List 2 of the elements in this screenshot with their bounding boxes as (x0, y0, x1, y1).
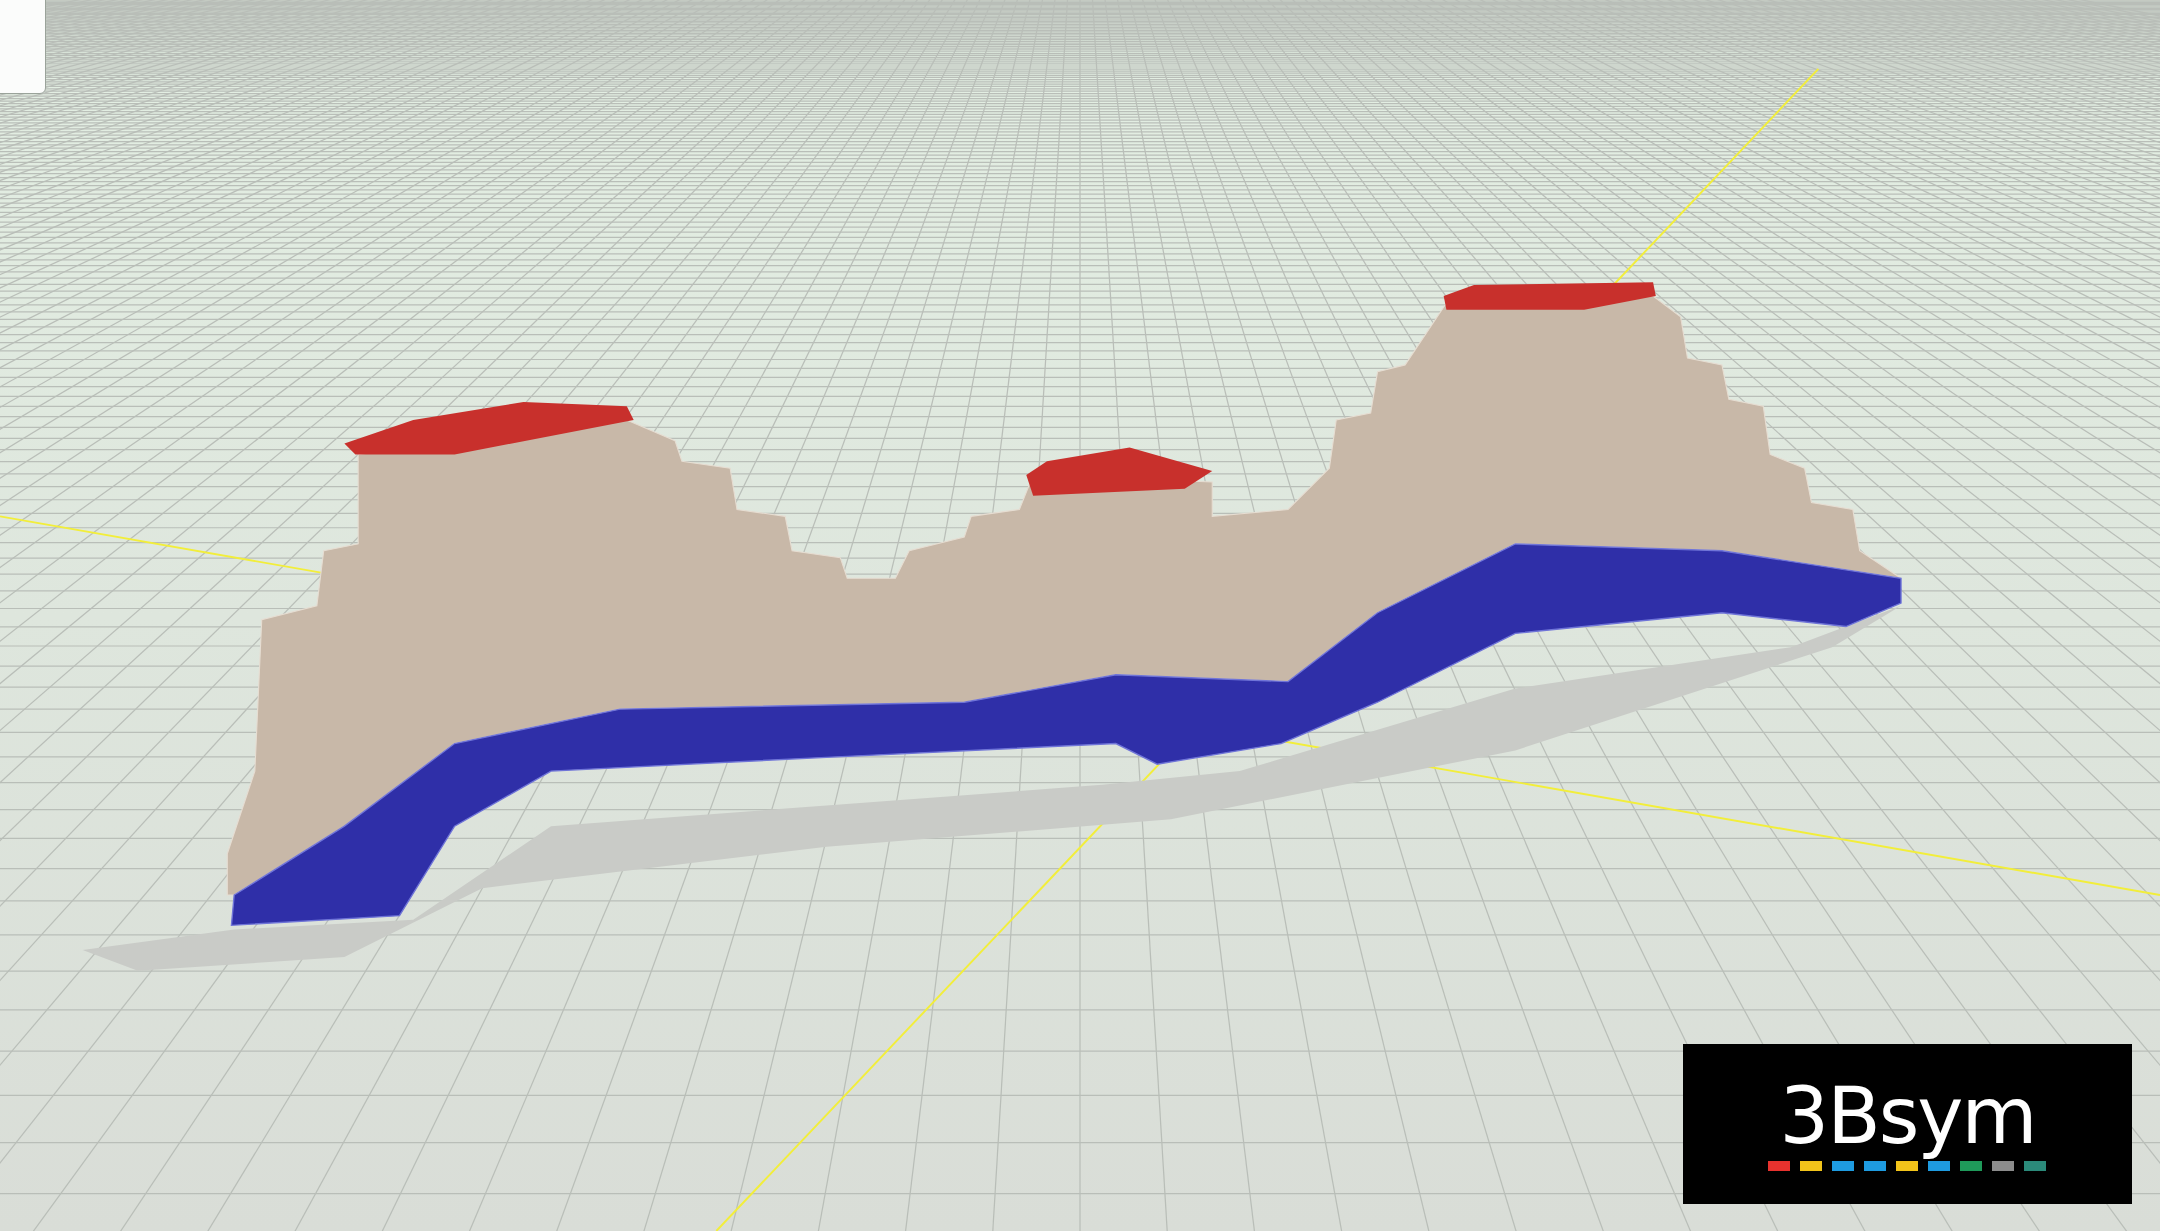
building-model-drawing[interactable] (82, 282, 1902, 971)
colored-bars-icon (1767, 1161, 2048, 1171)
